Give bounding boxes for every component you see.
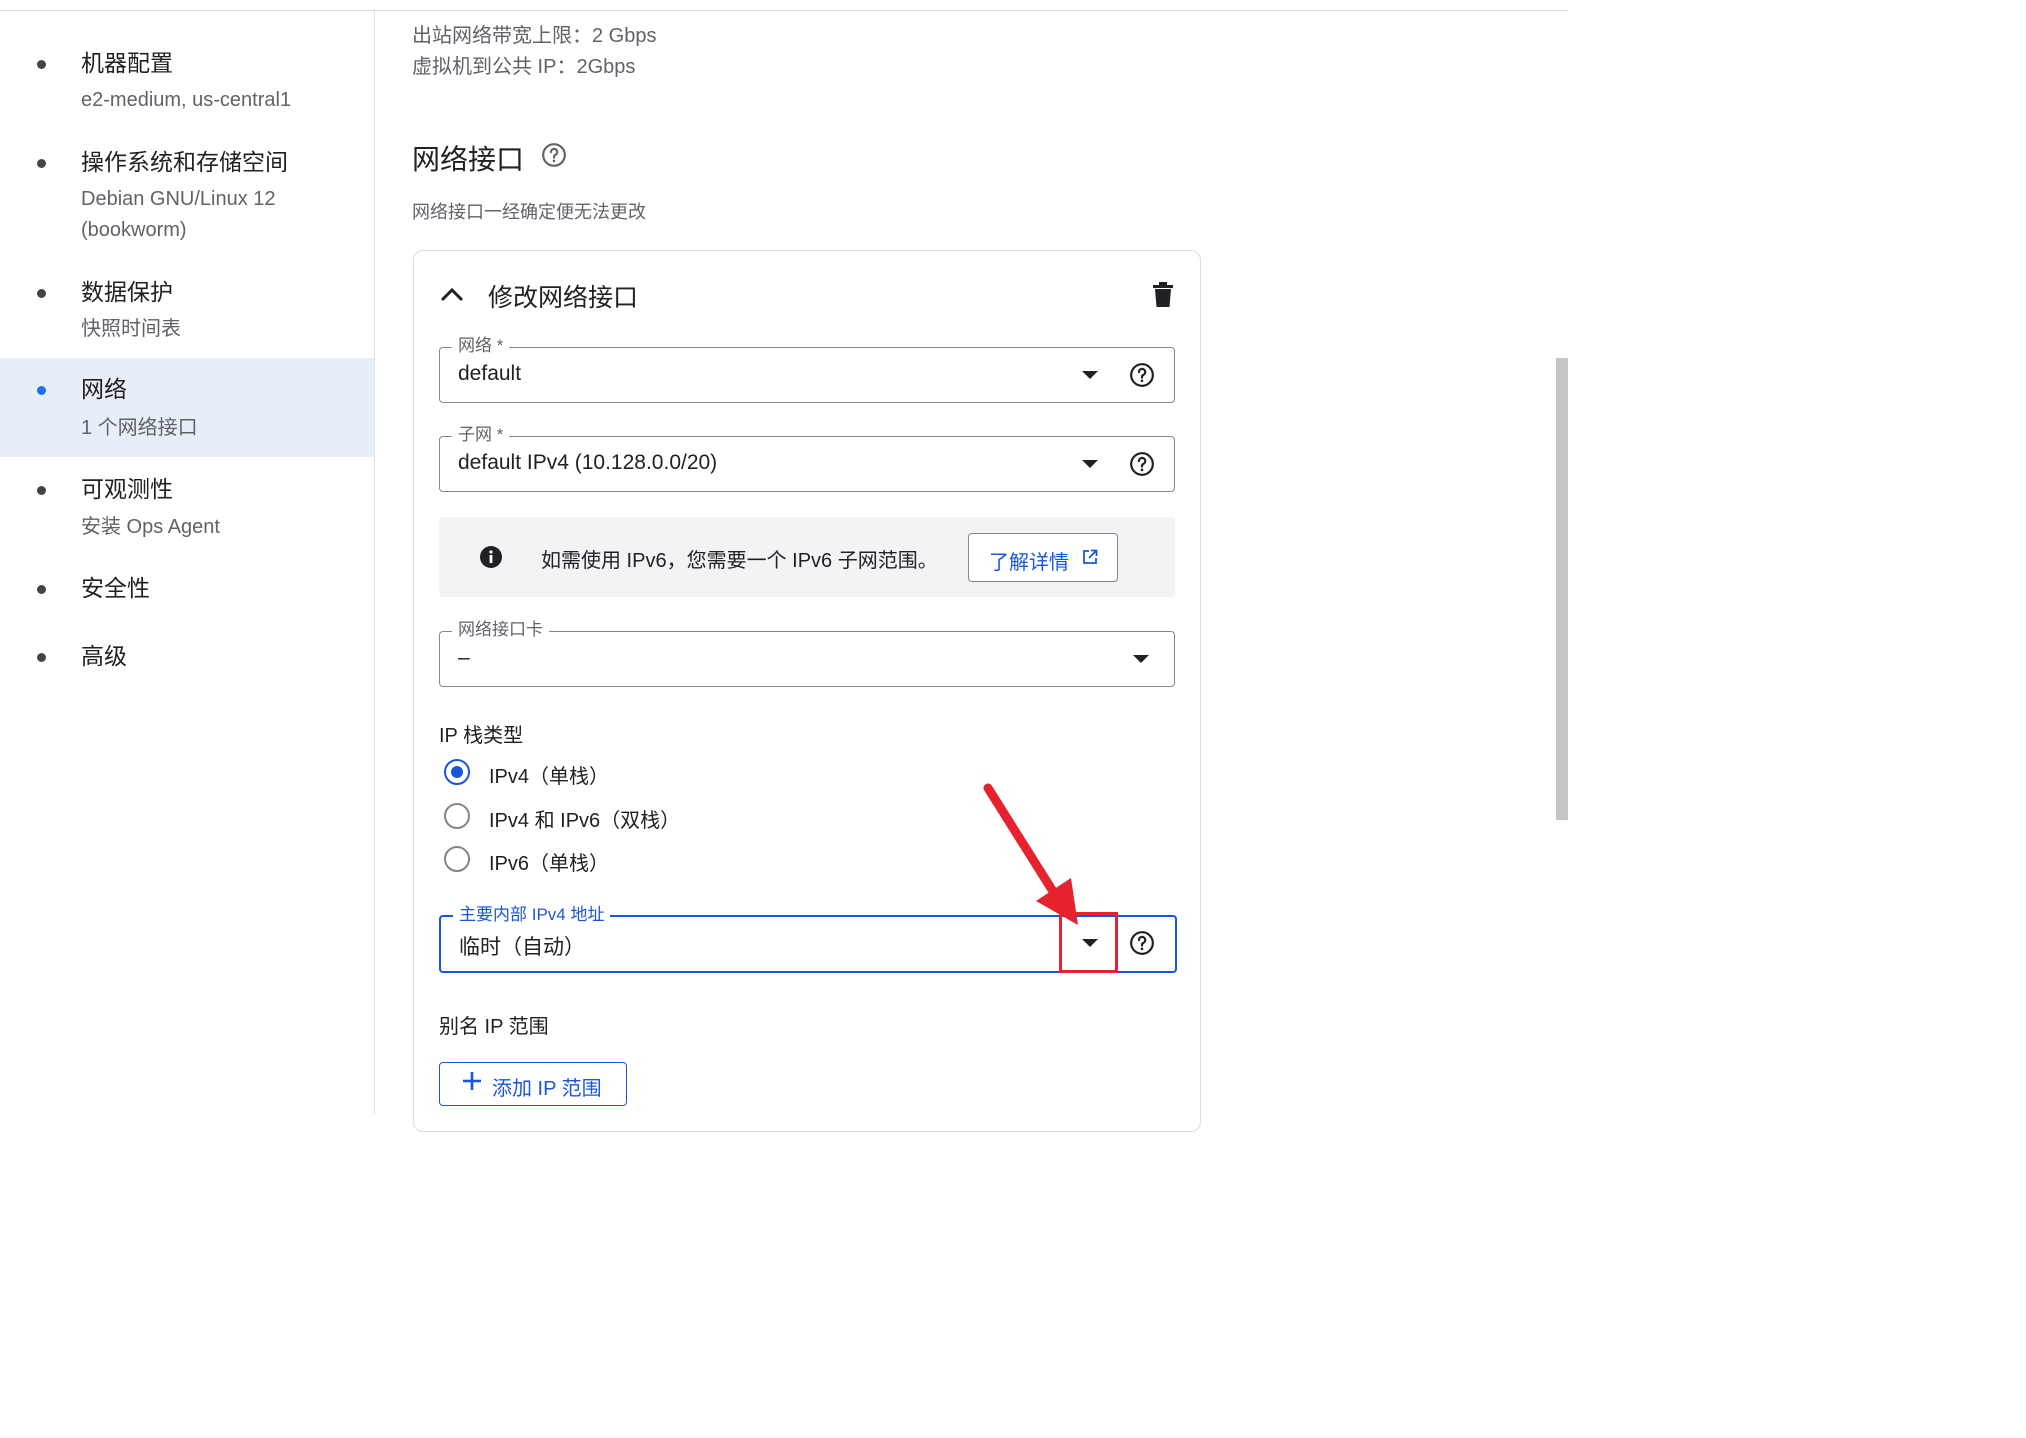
dropdown-arrow-icon[interactable] bbox=[1082, 460, 1098, 468]
bullet-icon bbox=[37, 60, 46, 69]
dropdown-arrow-icon[interactable] bbox=[1082, 371, 1098, 379]
sidebar-item-title: 操作系统和存储空间 bbox=[81, 149, 288, 175]
add-ip-range-button[interactable]: 添加 IP 范围 bbox=[439, 1062, 627, 1106]
field-value: default IPv4 (10.128.0.0/20) bbox=[458, 451, 718, 474]
delete-icon[interactable] bbox=[1152, 282, 1174, 308]
bullet-icon bbox=[37, 386, 46, 395]
radio-label: IPv4（单栈） bbox=[489, 766, 610, 788]
field-label: 主要内部 IPv4 地址 bbox=[453, 905, 611, 925]
add-ip-range-label: 添加 IP 范围 bbox=[492, 1078, 602, 1100]
sidebar-item-os-storage[interactable]: 操作系统和存储空间 Debian GNU/Linux 12 (bookworm) bbox=[0, 138, 374, 258]
section-description: 网络接口一经确定便无法更改 bbox=[412, 202, 646, 222]
bullet-icon bbox=[37, 585, 46, 594]
card-title: 修改网络接口 bbox=[488, 284, 639, 312]
nic-select[interactable]: 网络接口卡 – bbox=[439, 620, 1175, 687]
chevron-up-icon[interactable] bbox=[439, 285, 465, 303]
help-icon[interactable] bbox=[541, 142, 567, 168]
help-icon[interactable] bbox=[1129, 451, 1155, 477]
subnet-select[interactable]: 子网 * default IPv4 (10.128.0.0/20) bbox=[439, 425, 1175, 492]
sidebar-item-subtitle: Debian GNU/Linux 12 (bookworm) bbox=[81, 188, 276, 241]
scrollbar-thumb[interactable] bbox=[1556, 358, 1568, 820]
top-divider bbox=[0, 0, 1568, 11]
dropdown-arrow-icon[interactable] bbox=[1133, 655, 1149, 663]
sidebar-item-title: 数据保护 bbox=[81, 279, 173, 305]
radio-button[interactable] bbox=[444, 803, 470, 829]
bullet-icon bbox=[37, 653, 46, 662]
sidebar-item-security[interactable]: 安全性 bbox=[0, 567, 374, 617]
section-title: 网络接口 bbox=[412, 144, 525, 175]
sidebar-item-title: 可观测性 bbox=[81, 476, 173, 502]
sidebar-item-subtitle: 快照时间表 bbox=[81, 318, 181, 340]
field-value: – bbox=[458, 646, 470, 669]
radio-button[interactable] bbox=[444, 846, 470, 872]
ip-stack-label: IP 栈类型 bbox=[439, 725, 524, 747]
sidebar-item-advanced[interactable]: 高级 bbox=[0, 635, 374, 685]
main-content: 出站网络带宽上限：2 Gbps 虚拟机到公共 IP：2Gbps 网络接口 网络接… bbox=[375, 11, 1555, 1132]
network-interface-card: 修改网络接口 网络 * default 子网 * default IPv4 (1… bbox=[413, 250, 1201, 1132]
sidebar-item-subtitle: 1 个网络接口 bbox=[81, 417, 198, 439]
sidebar-item-machine-config[interactable]: 机器配置 e2-medium, us-central1 bbox=[0, 39, 374, 129]
learn-more-label: 了解详情 bbox=[989, 552, 1069, 574]
field-label: 网络接口卡 bbox=[452, 620, 549, 640]
network-select[interactable]: 网络 * default bbox=[439, 336, 1175, 403]
sidebar-item-observability[interactable]: 可观测性 安装 Ops Agent bbox=[0, 467, 374, 557]
field-label: 子网 * bbox=[452, 425, 510, 445]
field-value: default bbox=[458, 362, 522, 385]
annotation-highlight-box bbox=[1059, 912, 1118, 973]
external-link-icon bbox=[1083, 549, 1098, 564]
sidebar-item-title: 安全性 bbox=[81, 575, 150, 601]
radio-button-checked[interactable] bbox=[444, 759, 470, 785]
field-label: 网络 * bbox=[452, 336, 510, 356]
ipv6-info-banner: 如需使用 IPv6，您需要一个 IPv6 子网范围。 了解详情 bbox=[439, 517, 1175, 597]
help-icon[interactable] bbox=[1129, 930, 1155, 956]
learn-more-button[interactable]: 了解详情 bbox=[968, 533, 1118, 582]
bullet-icon bbox=[37, 289, 46, 298]
plus-icon bbox=[463, 1072, 481, 1090]
sidebar-item-subtitle: e2-medium, us-central1 bbox=[81, 89, 292, 111]
sidebar-item-title: 机器配置 bbox=[81, 50, 173, 76]
egress-bandwidth-text: 出站网络带宽上限：2 Gbps bbox=[412, 25, 657, 47]
radio-label: IPv4 和 IPv6（双栈） bbox=[489, 810, 681, 832]
radio-label: IPv6（单栈） bbox=[489, 853, 610, 875]
sidebar-item-networking[interactable]: 网络 1 个网络接口 bbox=[0, 358, 374, 457]
sidebar-item-title: 网络 bbox=[81, 376, 127, 402]
sidebar-item-subtitle: 安装 Ops Agent bbox=[81, 516, 220, 538]
sidebar-item-data-protection[interactable]: 数据保护 快照时间表 bbox=[0, 268, 374, 358]
bullet-icon bbox=[37, 486, 46, 495]
info-icon bbox=[480, 546, 502, 568]
help-icon[interactable] bbox=[1129, 362, 1155, 388]
field-value: 临时（自动） bbox=[459, 936, 585, 959]
sidebar-item-title: 高级 bbox=[81, 643, 127, 669]
bullet-icon bbox=[37, 159, 46, 168]
alias-ip-label: 别名 IP 范围 bbox=[439, 1016, 549, 1038]
info-text: 如需使用 IPv6，您需要一个 IPv6 子网范围。 bbox=[541, 550, 938, 572]
sidebar-nav: 机器配置 e2-medium, us-central1 操作系统和存储空间 De… bbox=[0, 11, 375, 1114]
public-ip-bandwidth-text: 虚拟机到公共 IP：2Gbps bbox=[412, 56, 636, 78]
